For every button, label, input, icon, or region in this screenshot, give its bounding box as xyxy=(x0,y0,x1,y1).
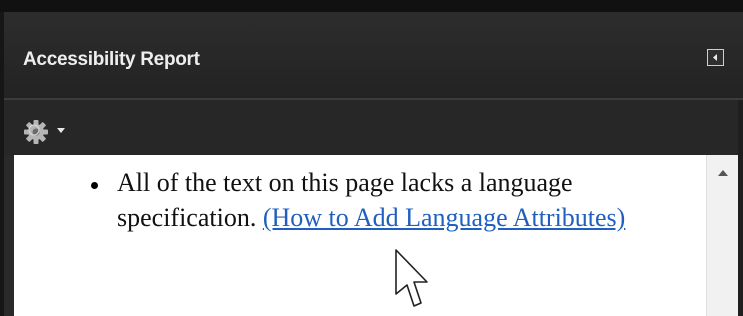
panel-header: Accessibility Report xyxy=(4,12,743,100)
issue-description: All of the text on this page lacks a lan… xyxy=(117,165,677,235)
panel-title: Accessibility Report xyxy=(23,49,200,70)
caret-down-icon xyxy=(57,128,65,133)
report-content: All of the text on this page lacks a lan… xyxy=(14,155,706,316)
options-menu-button[interactable] xyxy=(21,117,83,147)
collapse-panel-button[interactable] xyxy=(707,49,724,66)
how-to-add-language-link[interactable]: (How to Add Language Attributes) xyxy=(263,203,626,232)
collapse-left-icon xyxy=(713,54,717,61)
gear-icon xyxy=(24,120,48,144)
scroll-up-icon[interactable] xyxy=(715,167,731,181)
accessibility-report-window: Accessibility Report All of the text on … xyxy=(0,0,743,316)
window-right-edge xyxy=(738,100,743,316)
list-item: All of the text on this page lacks a lan… xyxy=(14,155,706,316)
window-top-strip xyxy=(0,0,743,12)
panel-toolbar xyxy=(4,100,743,155)
bullet-icon xyxy=(91,182,98,189)
vertical-scrollbar[interactable] xyxy=(706,155,738,316)
